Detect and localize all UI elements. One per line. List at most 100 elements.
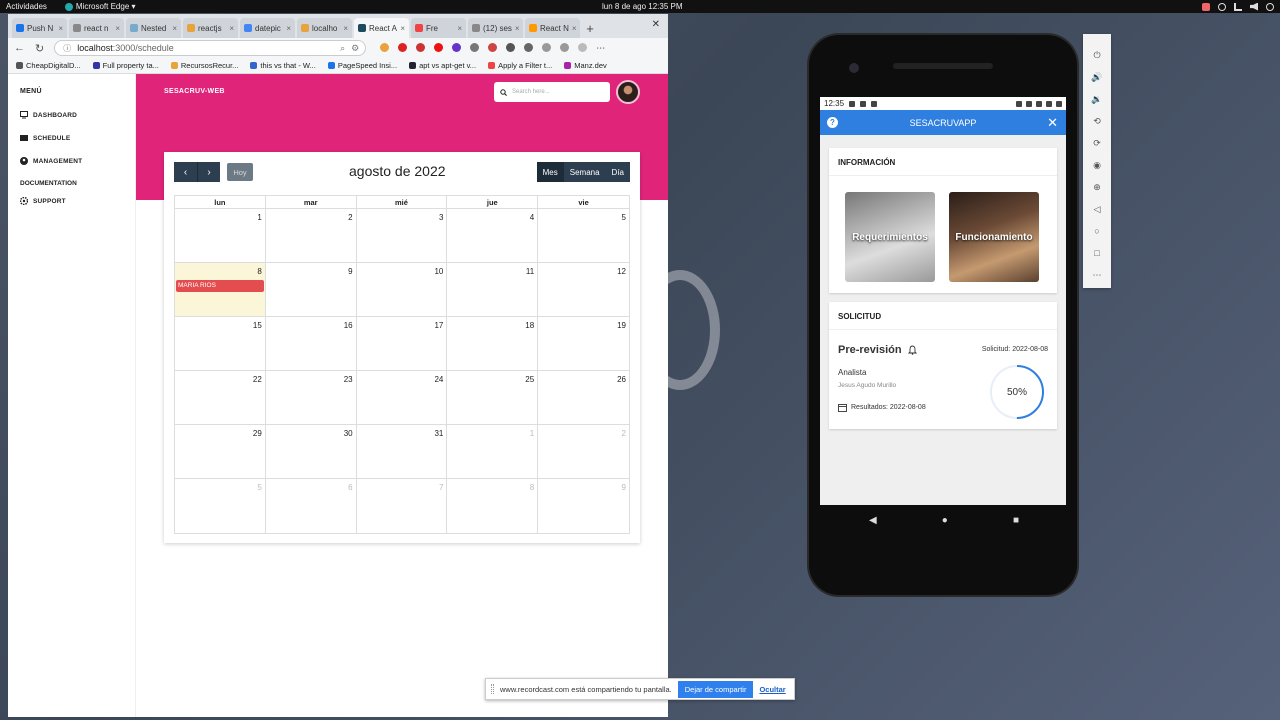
day-cell[interactable]: 30 <box>266 425 357 478</box>
volume-down-icon[interactable]: 🔉 <box>1091 92 1102 106</box>
day-cell[interactable]: 29 <box>175 425 266 478</box>
zoom-icon[interactable]: ⊕ <box>1093 180 1101 194</box>
day-cell[interactable]: 16 <box>266 317 357 370</box>
overview-icon[interactable]: ■ <box>1013 515 1019 526</box>
day-number[interactable]: 1 <box>257 213 261 222</box>
today-button[interactable]: Hoy <box>227 163 253 181</box>
browser-tab[interactable]: Nested × <box>126 18 181 38</box>
home-icon[interactable]: ● <box>942 515 948 526</box>
day-cell[interactable]: 10 <box>357 263 448 316</box>
sidebar-item-support[interactable]: SUPPORT <box>20 197 135 205</box>
close-tab-icon[interactable]: × <box>286 24 291 33</box>
stop-sharing-button[interactable]: Dejar de compartir <box>677 680 754 698</box>
day-number[interactable]: 23 <box>344 375 353 384</box>
sidebar-item-schedule[interactable]: SCHEDULE <box>20 134 135 142</box>
clock[interactable]: lun 8 de ago 12:35 PM <box>602 2 683 11</box>
browser-tab[interactable]: reactjs × <box>183 18 238 38</box>
day-cell[interactable]: 26 <box>538 371 629 424</box>
day-number[interactable]: 5 <box>257 483 261 492</box>
more-icon[interactable]: ⋯ <box>1093 268 1102 282</box>
browser-tab[interactable]: react n × <box>69 18 124 38</box>
view-month-button[interactable]: Mes <box>536 162 564 182</box>
day-cell[interactable]: 5 <box>175 479 266 533</box>
close-icon[interactable]: ✕ <box>1047 115 1058 131</box>
extension-icon[interactable] <box>524 42 534 52</box>
view-week-button[interactable]: Semana <box>563 162 606 182</box>
day-cell[interactable]: 1 <box>447 425 539 478</box>
day-cell[interactable]: 18 <box>447 317 539 370</box>
day-cell[interactable]: 2 <box>266 209 357 262</box>
day-cell[interactable]: 8 <box>447 479 539 533</box>
extension-icon[interactable] <box>488 42 498 52</box>
profile-icon[interactable] <box>578 42 588 52</box>
day-number[interactable]: 31 <box>434 429 443 438</box>
avatar[interactable] <box>616 80 640 104</box>
back-icon[interactable]: ◁ <box>1094 202 1101 216</box>
bookmark-item[interactable]: PageSpeed Insi... <box>327 61 397 70</box>
browser-tab[interactable]: React N × <box>525 18 580 38</box>
power-icon[interactable]: ⏻ <box>1093 48 1100 62</box>
day-cell[interactable]: 4 <box>447 209 539 262</box>
prev-month-button[interactable]: ‹ <box>174 162 197 182</box>
close-tab-icon[interactable]: × <box>115 24 120 33</box>
hide-link[interactable]: Ocultar <box>759 685 785 694</box>
brand-title[interactable]: SESACRUV-WEB <box>164 88 225 95</box>
close-tab-icon[interactable]: × <box>400 24 405 33</box>
day-cell[interactable]: 19 <box>538 317 629 370</box>
day-number[interactable]: 12 <box>617 267 626 276</box>
sidebar-item-management[interactable]: MANAGEMENT <box>20 157 135 165</box>
day-cell[interactable]: 25 <box>447 371 539 424</box>
day-cell[interactable]: 2 <box>538 425 629 478</box>
rotate-left-icon[interactable]: ⟲ <box>1093 114 1101 128</box>
browser-tab[interactable]: Fre × <box>411 18 466 38</box>
help-icon[interactable]: ? <box>827 117 838 128</box>
day-cell[interactable]: 3 <box>357 209 448 262</box>
browser-tab[interactable]: localho × <box>297 18 352 38</box>
back-icon[interactable]: ◀ <box>869 515 877 526</box>
day-number[interactable]: 9 <box>348 267 352 276</box>
day-cell[interactable]: 31 <box>357 425 448 478</box>
close-tab-icon[interactable]: × <box>515 24 520 33</box>
day-number[interactable]: 8 <box>257 267 261 276</box>
requirements-tile[interactable]: Requerimientos <box>845 192 935 282</box>
day-cell[interactable]: 9 <box>538 479 629 533</box>
site-settings-icon[interactable]: ⚙ <box>351 43 359 54</box>
day-cell[interactable]: 1 <box>175 209 266 262</box>
day-number[interactable]: 9 <box>622 483 626 492</box>
back-arrow-icon[interactable]: ← <box>14 42 25 54</box>
day-cell[interactable]: 6 <box>266 479 357 533</box>
close-tab-icon[interactable]: × <box>572 24 577 33</box>
day-number[interactable]: 29 <box>253 429 262 438</box>
drag-handle-icon[interactable] <box>491 684 494 694</box>
volume-up-icon[interactable]: 🔊 <box>1091 70 1102 84</box>
operation-tile[interactable]: Funcionamiento <box>949 192 1039 282</box>
collections-icon[interactable] <box>560 42 570 52</box>
day-number[interactable]: 2 <box>622 429 626 438</box>
day-number[interactable]: 15 <box>253 321 262 330</box>
sidebar-item-dashboard[interactable]: DASHBOARD <box>20 111 135 119</box>
day-cell[interactable]: 5 <box>538 209 629 262</box>
day-number[interactable]: 25 <box>525 375 534 384</box>
window-close-icon[interactable]: ✕ <box>652 19 660 30</box>
bookmark-item[interactable]: Full property ta... <box>92 61 159 70</box>
system-tray[interactable] <box>1202 2 1274 11</box>
day-cell[interactable]: 7 <box>357 479 448 533</box>
extension-icon[interactable] <box>506 42 516 52</box>
app-menu[interactable]: Microsoft Edge ▾ <box>64 2 136 11</box>
day-number[interactable]: 26 <box>617 375 626 384</box>
day-cell[interactable]: 23 <box>266 371 357 424</box>
extension-icon[interactable] <box>452 42 462 52</box>
home-icon[interactable]: ○ <box>1094 224 1099 238</box>
close-tab-icon[interactable]: × <box>457 24 462 33</box>
day-number[interactable]: 19 <box>617 321 626 330</box>
day-number[interactable]: 4 <box>530 213 534 222</box>
day-cell[interactable]: 9 <box>266 263 357 316</box>
extension-icon[interactable] <box>470 42 480 52</box>
new-tab-button[interactable]: + <box>582 18 598 38</box>
url-input[interactable]: ⓘ localhost:3000/schedule ⌕ ⚙ <box>54 40 367 56</box>
day-cell[interactable]: 15 <box>175 317 266 370</box>
bookmark-item[interactable]: Apply a Filter t... <box>488 61 552 70</box>
day-number[interactable]: 3 <box>439 213 443 222</box>
bookmark-item[interactable]: this vs that - W... <box>250 61 316 70</box>
extension-icon[interactable] <box>380 42 390 52</box>
